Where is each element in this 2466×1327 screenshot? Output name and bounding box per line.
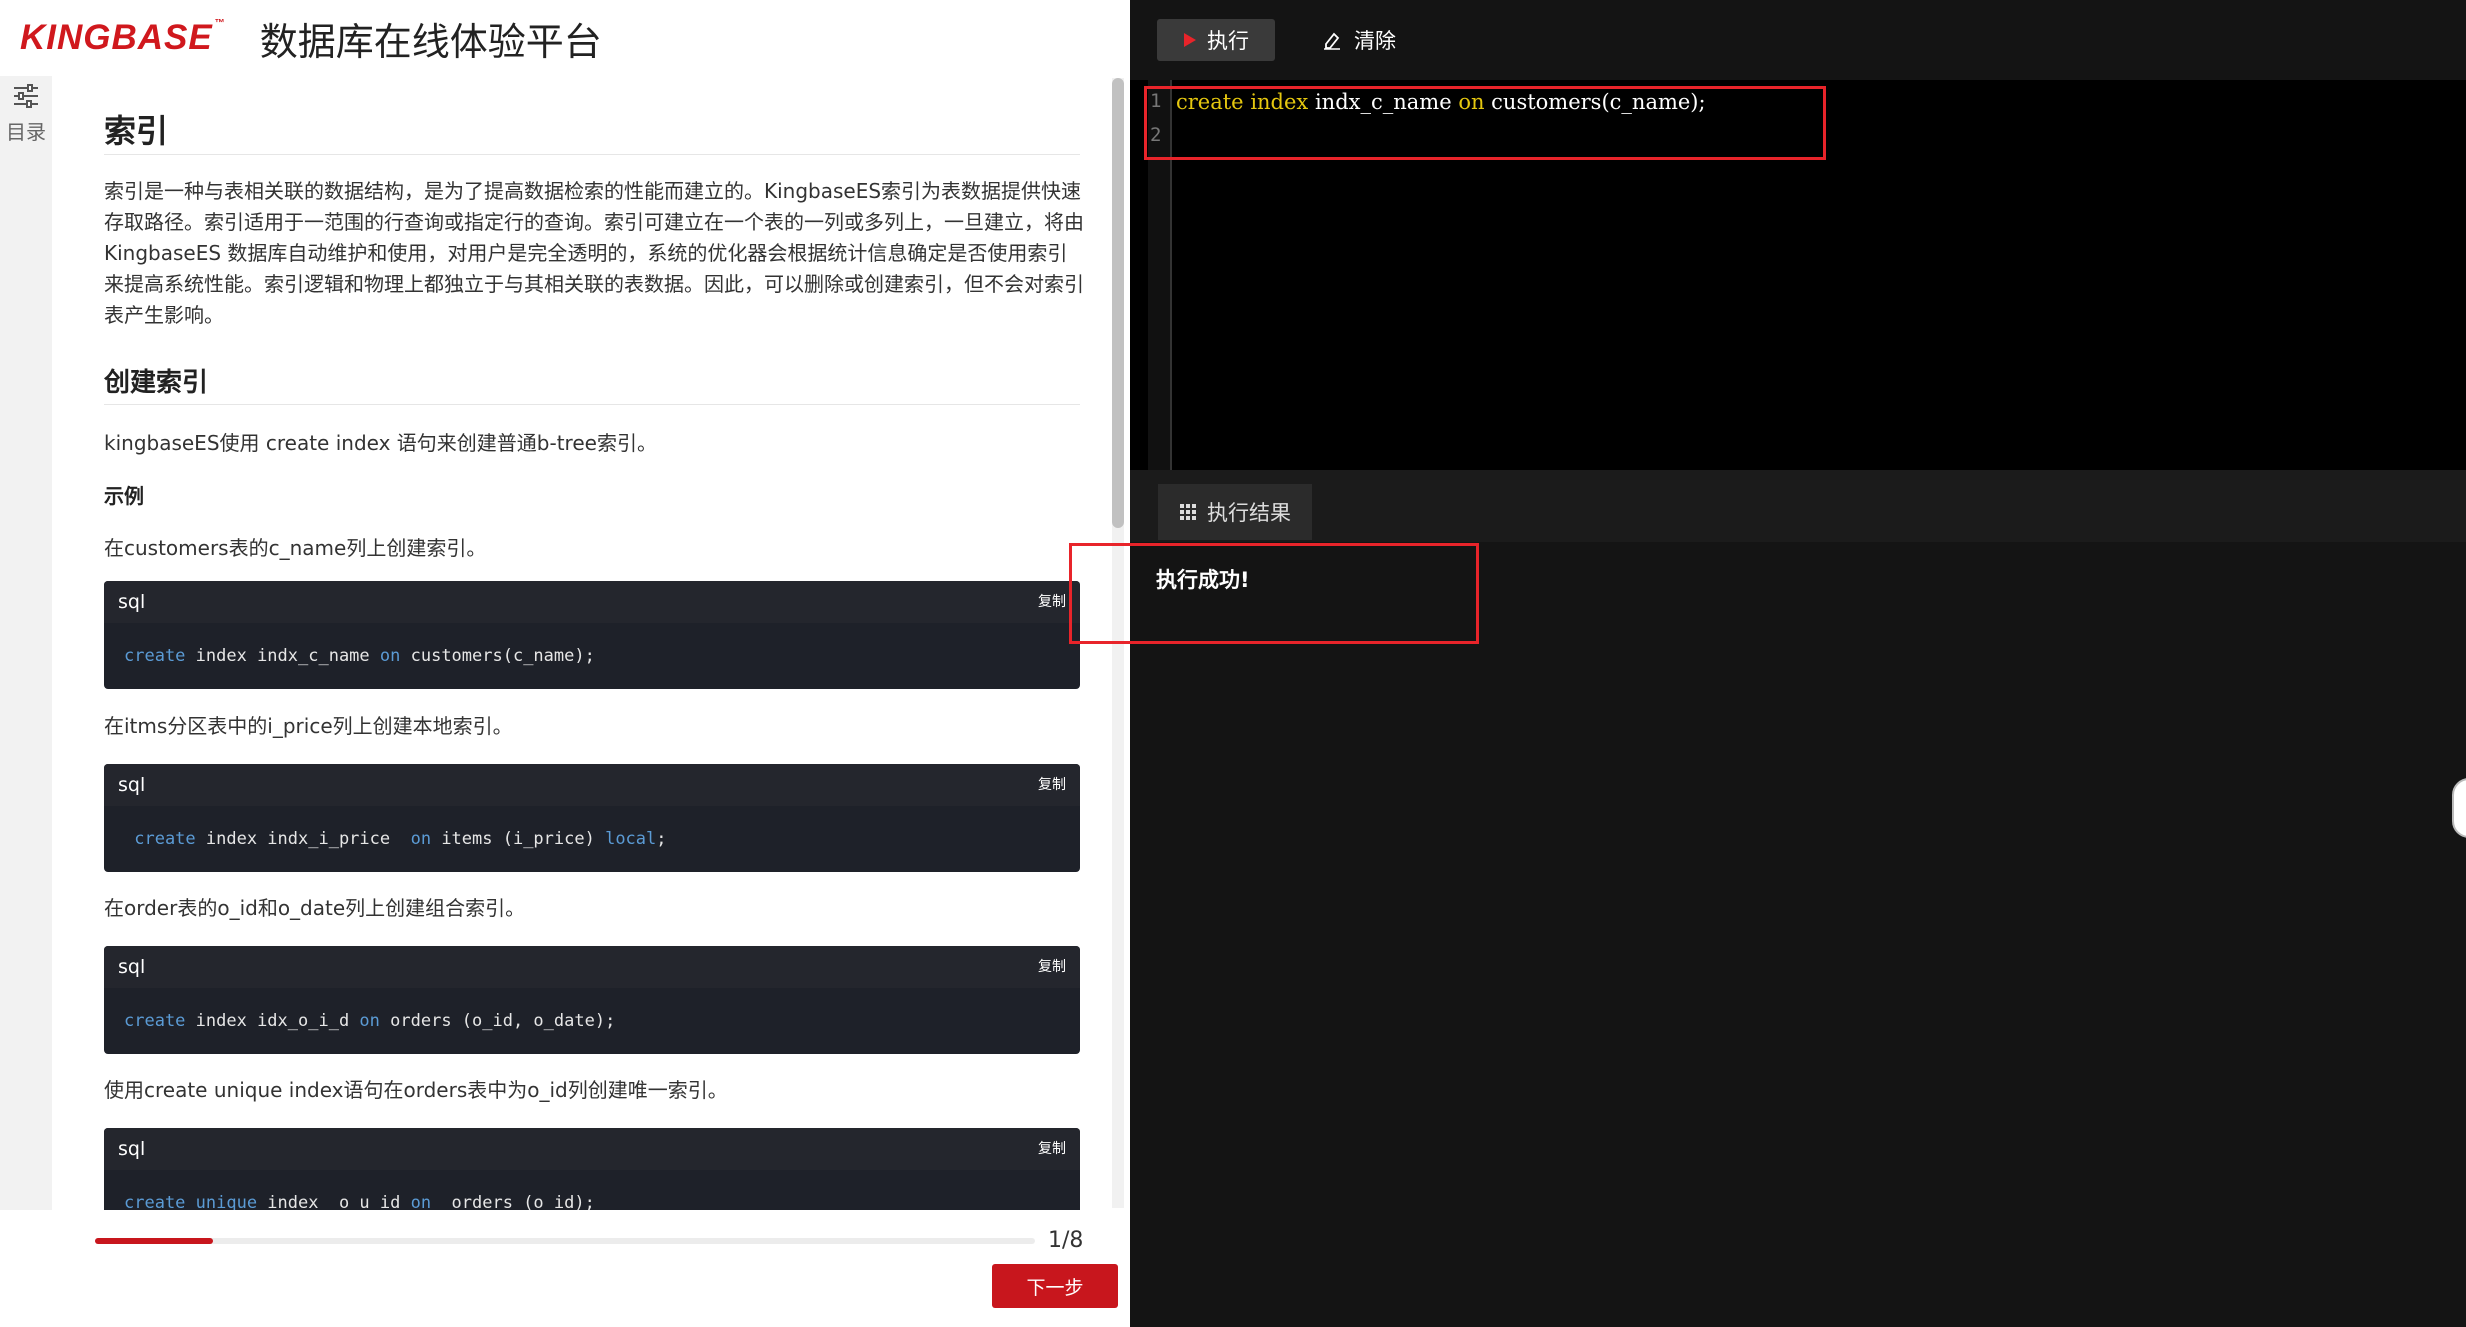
code-block: sql 复制 create unique index o_u_id on ord… (104, 1128, 1080, 1210)
run-label: 执行 (1207, 29, 1249, 53)
code-text: index o_u_id (257, 1193, 411, 1210)
code-keyword: on (359, 1011, 380, 1031)
code-keyword: on (379, 646, 401, 666)
article-content: 索引 索引是一种与表相关联的数据结构，是为了提高数据检索的性能而建立的。King… (52, 76, 1108, 1210)
app-header: KINGBASE ™ 数据库在线体验平台 (0, 0, 1130, 76)
copy-button[interactable]: 复制 (1038, 591, 1066, 611)
divider (104, 154, 1080, 155)
copy-button[interactable]: 复制 (1038, 1138, 1066, 1158)
page-indicator: 1/8 (1048, 1228, 1084, 1253)
code-text: orders (o_id); (431, 1193, 595, 1210)
code-header: sql 复制 (104, 946, 1080, 988)
step-text: 使用create unique index语句在orders表中为o_id列创建… (104, 1078, 728, 1102)
copy-button[interactable]: 复制 (1038, 774, 1066, 794)
highlight-box (1069, 543, 1479, 644)
clear-label: 清除 (1354, 29, 1396, 53)
code-keyword: create (124, 829, 196, 849)
code-header: sql 复制 (104, 581, 1080, 623)
grid-icon (1180, 504, 1196, 520)
section-heading: 创建索引 (104, 368, 209, 398)
code-block: sql 复制 create index indx_c_name on custo… (104, 581, 1080, 689)
code-block: sql 复制 create index idx_o_i_d on orders … (104, 946, 1080, 1054)
logo-trademark: ™ (214, 18, 226, 29)
step-text: 在order表的o_id和o_date列上创建组合索引。 (104, 896, 526, 920)
result-tabbar: 执行结果 (1130, 470, 2466, 542)
play-icon (1184, 33, 1196, 47)
code-keyword: create (124, 646, 186, 666)
highlight-box (1144, 86, 1826, 160)
tab-results[interactable]: 执行结果 (1158, 484, 1312, 540)
code-text: index indx_c_name (185, 646, 380, 666)
next-step-button[interactable]: 下一步 (992, 1264, 1118, 1308)
tutorial-panel: KINGBASE ™ 数据库在线体验平台 目录 索引 索引是一种与表相关联的数据… (0, 0, 1130, 1327)
run-button[interactable]: 执行 (1157, 19, 1275, 61)
code-language: sql (118, 1138, 146, 1160)
code-language: sql (118, 774, 146, 796)
code-keyword: local (605, 829, 657, 849)
code-snippet[interactable]: create index indx_c_name on customers(c_… (104, 623, 1080, 689)
code-text: items (i_price) (431, 829, 606, 849)
section-description: kingbaseES使用 create index 语句来创建普通b-tree索… (104, 431, 657, 455)
sql-workspace: 执行 清除 1 2 create index indx_c_name on cu… (1130, 0, 2466, 1327)
floating-handle[interactable] (2452, 778, 2466, 838)
divider (104, 404, 1080, 405)
logo-text: KINGBASE (20, 18, 213, 57)
code-language: sql (118, 591, 146, 613)
code-snippet[interactable]: create unique index o_u_id on orders (o_… (104, 1170, 1080, 1210)
code-text: ; (656, 829, 667, 849)
scrollbar-thumb[interactable] (1112, 78, 1124, 528)
example-label: 示例 (104, 484, 144, 508)
code-snippet[interactable]: create index idx_o_i_d on orders (o_id, … (104, 988, 1080, 1054)
intro-paragraph: 索引是一种与表相关联的数据结构，是为了提高数据检索的性能而建立的。Kingbas… (104, 179, 1084, 327)
code-header: sql 复制 (104, 764, 1080, 806)
article-heading: 索引 (104, 112, 169, 150)
code-language: sql (118, 956, 146, 978)
code-keyword: on (410, 1193, 432, 1210)
copy-button[interactable]: 复制 (1038, 956, 1066, 976)
code-keyword: on (410, 829, 432, 849)
progress-bar (95, 1238, 1035, 1244)
sliders-icon[interactable] (12, 82, 40, 110)
tab-label: 执行结果 (1207, 501, 1291, 525)
code-keyword: create (124, 1011, 186, 1031)
code-text: orders (o_id, o_date); (379, 1011, 616, 1031)
eraser-icon (1324, 32, 1340, 50)
code-text: index indx_i_price (195, 829, 411, 849)
page-title: 数据库在线体验平台 (259, 19, 602, 64)
step-text: 在itms分区表中的i_price列上创建本地索引。 (104, 714, 513, 738)
kingbase-logo[interactable]: KINGBASE ™ (20, 18, 226, 58)
code-block: sql 复制 create index indx_i_price on item… (104, 764, 1080, 872)
progress-fill (95, 1238, 213, 1244)
code-text: index idx_o_i_d (185, 1011, 360, 1031)
step-text: 在customers表的c_name列上创建索引。 (104, 536, 487, 560)
code-snippet[interactable]: create index indx_i_price on items (i_pr… (104, 806, 1080, 872)
code-text: customers(c_name); (400, 646, 595, 666)
clear-button[interactable]: 清除 (1322, 19, 1396, 61)
toc-sidebar[interactable]: 目录 (0, 76, 52, 1210)
editor-toolbar: 执行 清除 (1130, 0, 2466, 80)
code-keyword: create unique (124, 1193, 258, 1210)
code-header: sql 复制 (104, 1128, 1080, 1170)
toc-label[interactable]: 目录 (6, 116, 46, 145)
